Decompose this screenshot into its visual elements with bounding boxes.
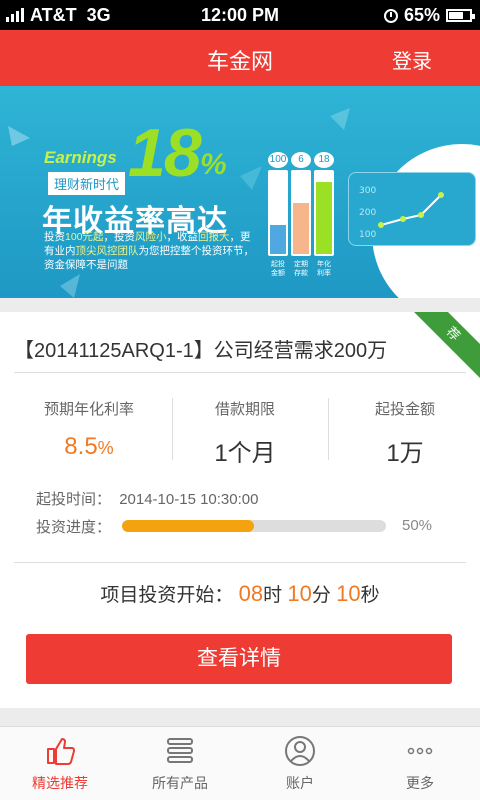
stat-value: 1个月 — [214, 440, 276, 467]
start-time-value: 2014-10-15 10:30:00 — [119, 491, 259, 508]
bar-caption: 年化利率 — [317, 261, 331, 277]
tab-account[interactable]: 账户 — [240, 727, 360, 800]
stat-min-invest: 起投金额 1万 — [330, 398, 480, 468]
bar — [291, 170, 311, 256]
progress-label: 投资进度： — [36, 519, 112, 536]
tab-all-products[interactable]: 所有产品 — [120, 727, 240, 800]
divider — [14, 372, 466, 373]
divider — [328, 398, 329, 460]
list-icon — [167, 738, 193, 763]
alarm-icon — [383, 8, 398, 23]
mini-tick: 100 — [359, 230, 376, 240]
stat-label: 借款期限 — [214, 401, 275, 418]
bar-caption: 起投金额 — [271, 261, 285, 277]
more-icon — [407, 747, 433, 755]
mini-line-chart: 300 200 100 — [348, 172, 476, 246]
stat-label: 起投金额 — [374, 401, 435, 418]
view-details-button[interactable]: 查看详情 — [26, 634, 452, 684]
thumbs-up-icon — [47, 738, 75, 765]
bar — [268, 170, 288, 256]
bar-caption: 定期存款 — [294, 261, 308, 277]
promo-banner[interactable]: 300 200 100 Earnings 18 % 理财新时代 年收益率高达 投… — [0, 86, 480, 298]
banner-subtitle: 理财新时代 — [48, 172, 126, 195]
status-bar: AT&T 3G 12:00 PM 65% — [0, 0, 480, 30]
progress-percent: 50% — [402, 517, 433, 534]
product-card: 荐 【20141125ARQ1-1】公司经营需求200万 预期年化利率 8.5%… — [0, 312, 480, 708]
recommend-badge: 荐 — [405, 312, 480, 382]
tab-label: 所有产品 — [152, 775, 208, 791]
mini-tick: 300 — [359, 186, 376, 196]
tab-label: 账户 — [286, 775, 314, 791]
bar-value: 100 — [268, 152, 288, 168]
start-time-row: 起投时间： 2014-10-15 10:30:00 — [36, 488, 258, 509]
start-time-label: 起投时间： — [36, 491, 112, 508]
bar-value: 18 — [314, 152, 334, 168]
mini-tick: 200 — [359, 208, 376, 218]
bar-value: 6 — [291, 152, 311, 168]
tab-label: 精选推荐 — [32, 775, 88, 791]
countdown: 项目投资开始： 08时 10分 10秒 — [100, 581, 380, 606]
login-button[interactable]: 登录 — [392, 45, 432, 74]
user-icon — [285, 736, 315, 766]
stat-term: 借款期限 1个月 — [170, 398, 320, 468]
battery-icon — [446, 9, 475, 22]
tab-featured[interactable]: 精选推荐 — [0, 727, 120, 800]
app-header: 车金网 登录 — [0, 30, 480, 86]
battery-percent: 65% — [403, 5, 440, 25]
stat-value: 1万 — [386, 440, 424, 467]
bar — [314, 170, 334, 256]
tab-label: 更多 — [406, 775, 434, 791]
product-title[interactable]: 【20141125ARQ1-1】公司经营需求200万 — [14, 334, 387, 363]
progress-bar — [122, 520, 386, 532]
tab-bar: 精选推荐 所有产品 账户 更多 — [0, 726, 480, 800]
stat-rate: 预期年化利率 8.5% — [14, 398, 164, 461]
banner-earnings: Earnings — [44, 148, 117, 167]
divider — [14, 562, 466, 563]
tab-more[interactable]: 更多 — [360, 727, 480, 800]
banner-rate-unit: % — [200, 148, 227, 181]
stat-label: 预期年化利率 — [43, 401, 134, 418]
banner-rate: 18 — [128, 115, 202, 191]
banner-description: 投资100元起，投资风险小，收益回报大，更有业内顶尖风控团队为您把控整个投资环节… — [44, 231, 254, 271]
stat-value: 8.5% — [64, 433, 114, 460]
